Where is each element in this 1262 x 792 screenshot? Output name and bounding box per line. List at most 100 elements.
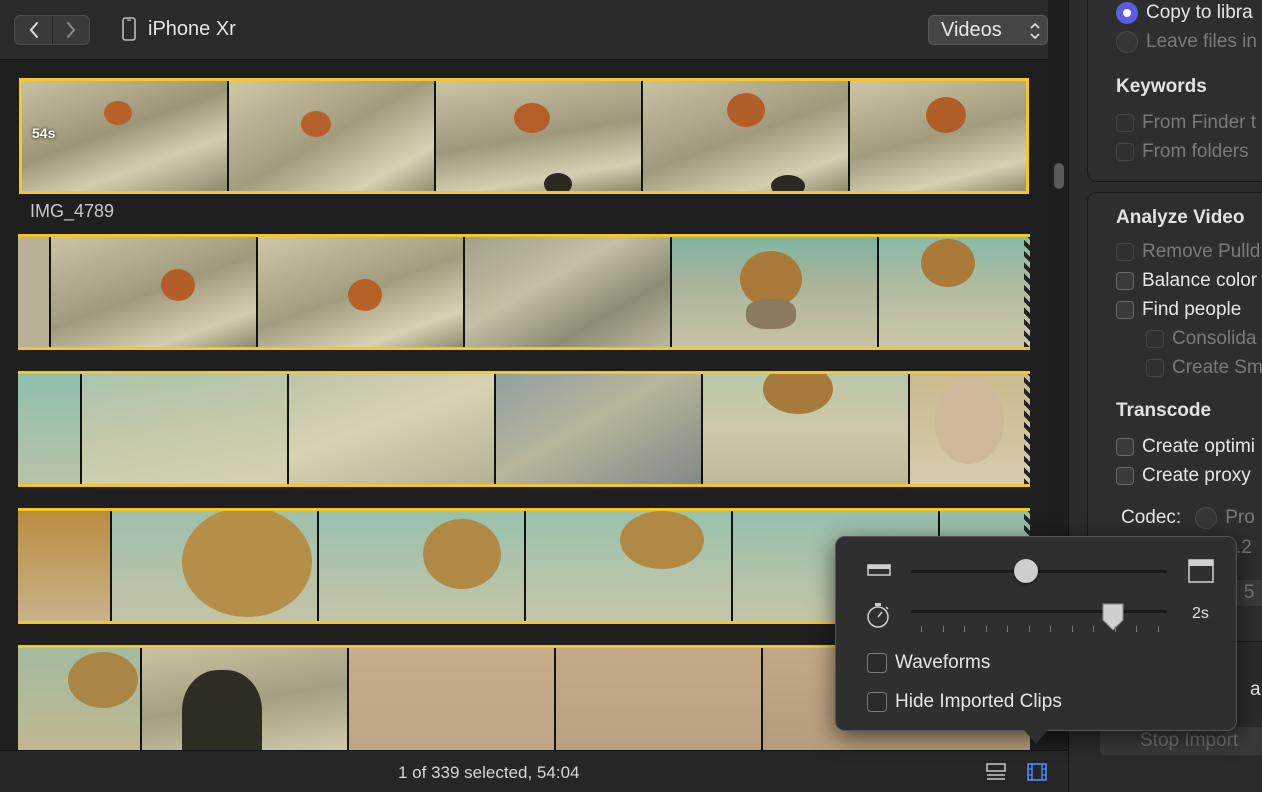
jellyfish-thumb (620, 511, 704, 569)
jellyfish-thumb (763, 374, 833, 414)
find-people-checkbox[interactable]: Find people (1116, 299, 1241, 321)
filmstrip-frame (879, 237, 1030, 347)
waveforms-checkbox[interactable]: Waveforms (867, 652, 990, 674)
clip-duration-badge: 54s (32, 125, 56, 141)
filmstrip-frame (18, 237, 51, 347)
create-optimized-label: Create optimi (1142, 436, 1255, 457)
create-proxy-checkbox[interactable]: Create proxy (1116, 465, 1251, 487)
create-proxy-label: Create proxy (1142, 465, 1251, 486)
iphone-icon (122, 17, 136, 41)
clip-filmstrip[interactable] (18, 234, 1030, 350)
filmstrip-frame (112, 511, 319, 621)
back-button[interactable] (15, 16, 52, 44)
duration-slider-ticks (921, 626, 1159, 632)
balance-color-label: Balance color (1142, 270, 1258, 291)
checkbox (867, 692, 887, 712)
checkbox (1116, 467, 1134, 485)
stop-import-button[interactable]: Stop Import (1100, 727, 1262, 755)
stopwatch-icon (867, 603, 889, 628)
clip-name: IMG_4789 (30, 201, 115, 221)
copy-to-library-label: Copy to libra (1146, 2, 1253, 23)
filmstrip-edge (1024, 374, 1030, 484)
filmstrip-frame (643, 81, 850, 191)
clip-height-slider-knob[interactable] (1014, 559, 1039, 583)
consolidate-checkbox[interactable]: Consolida (1146, 328, 1257, 350)
clip-height-small-icon (867, 564, 891, 576)
checkbox (1146, 359, 1164, 377)
chevron-right-icon (67, 22, 76, 38)
jellyfish-thumb (926, 97, 966, 133)
from-folders-checkbox[interactable]: From folders (1116, 141, 1249, 163)
filmstrip-frame (496, 374, 703, 484)
forward-button[interactable] (52, 16, 89, 44)
filmstrip-frame (319, 511, 526, 621)
filmstrip-frame (51, 237, 258, 347)
shadow-spot (544, 173, 572, 191)
stop-import-label: Stop Import (1140, 730, 1239, 751)
list-view-icon[interactable] (985, 762, 1007, 782)
jellyfish-thumb (348, 279, 382, 311)
jellyfish-thumb (104, 101, 132, 125)
clip-height-large-icon (1188, 559, 1214, 583)
codec-row: Codec: Pro (1121, 507, 1255, 529)
navigation-buttons (14, 15, 90, 45)
from-folders-label: From folders (1142, 141, 1249, 162)
checkbox (1116, 143, 1134, 161)
filmstrip-frame (349, 648, 556, 750)
clip-filmstrip[interactable] (18, 371, 1030, 487)
codec-sub-label: .2 (1236, 537, 1252, 558)
filmstrip-frame (526, 511, 733, 621)
clip-filmstrip[interactable]: 54s (19, 78, 1029, 194)
browser-toolbar: iPhone Xr Videos (0, 0, 1048, 60)
transcode-heading: Transcode (1116, 400, 1212, 421)
chevron-left-icon (29, 22, 38, 38)
checkbox (1116, 438, 1134, 456)
jellyfish-thumb (161, 269, 195, 301)
filmstrip-frame (465, 237, 672, 347)
view-type-select[interactable]: Videos (928, 15, 1048, 45)
checkbox (1116, 243, 1134, 261)
browser-scrollbar[interactable] (1054, 163, 1064, 189)
filmstrip-frame (229, 81, 436, 191)
filmstrip-view-icon[interactable] (1026, 762, 1048, 782)
hide-imported-clips-label: Hide Imported Clips (895, 691, 1062, 712)
remove-pulldown-checkbox[interactable]: Remove Pulld (1116, 241, 1260, 263)
remove-pulldown-label: Remove Pulld (1142, 241, 1261, 262)
find-people-label: Find people (1142, 299, 1242, 320)
shadow-figure (182, 670, 262, 750)
hide-imported-clips-checkbox[interactable]: Hide Imported Clips (867, 691, 1062, 713)
jellyfish-thumb (727, 93, 765, 127)
jellyfish-thumb (301, 111, 331, 137)
from-finder-label: From Finder t (1142, 112, 1257, 133)
checkbox (1116, 272, 1134, 290)
duration-value: 2s (1192, 605, 1209, 622)
codec-radio[interactable] (1195, 507, 1218, 529)
filmstrip-frame (289, 374, 496, 484)
filmstrip-frame (850, 81, 1026, 191)
filmstrip-frame (910, 374, 1030, 484)
filmstrip-frame (556, 648, 763, 750)
radio-selected (1116, 2, 1138, 24)
leave-files-radio[interactable]: Leave files in (1116, 31, 1257, 53)
device-label: iPhone Xr (122, 17, 236, 41)
jellyfish-thumb (182, 511, 312, 617)
leave-files-label: Leave files in (1146, 31, 1257, 52)
codec-label: Codec: (1121, 507, 1182, 528)
filmstrip-frame (672, 237, 879, 347)
clip-height-slider-track[interactable] (911, 570, 1167, 573)
selection-status: 1 of 339 selected, 54:04 (398, 763, 580, 782)
browser-status-bar: 1 of 339 selected, 54:04 (0, 750, 1068, 792)
create-smart-collections-checkbox[interactable]: Create Sm (1146, 357, 1262, 379)
copy-to-library-radio[interactable]: Copy to libra (1116, 2, 1253, 24)
checkbox (867, 653, 887, 673)
balance-color-checkbox[interactable]: Balance color (1116, 270, 1257, 292)
from-finder-checkbox[interactable]: From Finder t (1116, 112, 1256, 134)
filmstrip-frame (18, 511, 112, 621)
create-optimized-checkbox[interactable]: Create optimi (1116, 436, 1255, 458)
create-smart-label: Create Sm (1172, 357, 1262, 378)
device-name: iPhone Xr (148, 17, 236, 40)
codec-number-field[interactable]: 5 (1236, 580, 1262, 606)
checkbox (1116, 301, 1134, 319)
jellyfish-thumb (514, 103, 550, 133)
duration-slider-track[interactable] (911, 610, 1167, 613)
